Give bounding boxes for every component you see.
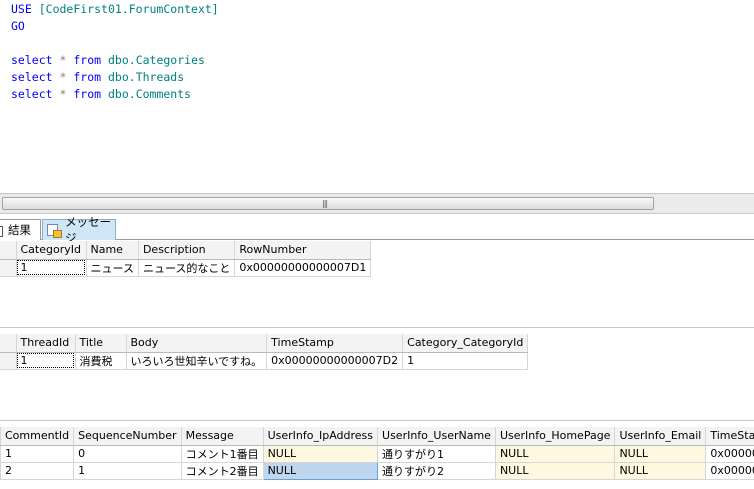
results-grid-categories: CategoryId Name Description RowNumber 1 … xyxy=(0,241,372,277)
table-cell[interactable]: NULL xyxy=(614,462,707,480)
table-cell[interactable]: コメント2番目 xyxy=(181,462,264,480)
table-cell[interactable]: 0x00000000000007D2 xyxy=(266,352,404,370)
keyword: select xyxy=(11,70,53,84)
row-selector[interactable] xyxy=(0,352,17,370)
table-cell[interactable]: いろいろ世知辛いですね。 xyxy=(126,352,268,370)
column-header[interactable]: Message xyxy=(181,427,264,446)
table-cell[interactable]: 1 xyxy=(16,259,87,277)
table-cell[interactable]: 0x00000000000007D1 xyxy=(234,259,372,277)
query-editor[interactable]: USE [CodeFirst01.ForumContext] GO select… xyxy=(0,0,754,193)
column-header[interactable]: RowNumber xyxy=(234,241,372,260)
table-cell[interactable]: NULL xyxy=(263,445,379,463)
column-header[interactable]: UserInfo_Email xyxy=(614,427,707,446)
table-cell[interactable]: 通りすがり1 xyxy=(377,445,496,463)
keyword: USE xyxy=(11,2,32,16)
scrollbar-thumb[interactable]: ||| xyxy=(2,197,654,210)
grid-divider xyxy=(0,327,754,328)
table-row: 2 1 コメント2番目 NULL 通りすがり2 NULL NULL 0x0000… xyxy=(0,461,754,480)
table-cell[interactable]: 消費税 xyxy=(75,352,127,370)
column-header[interactable]: Category_CategoryId xyxy=(402,334,529,353)
table-cell[interactable]: ニュース的なこと xyxy=(138,259,236,277)
select-all-corner[interactable] xyxy=(0,334,17,353)
column-header[interactable]: SequenceNumber xyxy=(73,427,182,446)
grip-icon: ||| xyxy=(322,199,328,208)
column-header[interactable]: CommentId xyxy=(0,427,75,446)
row-selector[interactable] xyxy=(0,259,17,277)
results-grid-threads: ThreadId Title Body TimeStamp Category_C… xyxy=(0,334,529,370)
table-cell[interactable]: 1 xyxy=(0,445,75,463)
keyword: from xyxy=(73,53,102,67)
table-row: 1 消費税 いろいろ世知辛いですね。 0x00000000000007D2 1 xyxy=(0,352,529,370)
table-name: dbo.Categories xyxy=(108,53,205,67)
grid-header-row: ThreadId Title Body TimeStamp Category_C… xyxy=(0,334,529,353)
table-cell[interactable]: 0 xyxy=(73,445,182,463)
selected-table-cell[interactable]: NULL xyxy=(262,461,379,480)
table-cell[interactable]: NULL xyxy=(495,462,616,480)
code-line-query-threads: select * from dbo.Threads xyxy=(11,69,184,86)
table-cell[interactable]: 0x0000000 xyxy=(705,462,754,480)
database-name: [CodeFirst01.ForumContext] xyxy=(38,2,219,16)
table-cell[interactable]: 1 xyxy=(16,352,76,370)
grid-divider xyxy=(0,420,754,421)
operator: * xyxy=(59,70,67,84)
results-tab-bar: 結果 メッセージ xyxy=(0,215,754,245)
column-header[interactable]: TimeStamp xyxy=(705,427,754,446)
table-name: dbo.Threads xyxy=(108,70,185,84)
column-header[interactable]: TimeStamp xyxy=(266,334,404,353)
tab-results-label: 結果 xyxy=(8,223,31,237)
table-cell[interactable]: 1 xyxy=(73,462,182,480)
keyword: from xyxy=(73,70,102,84)
operator: * xyxy=(59,53,67,67)
keyword: select xyxy=(11,87,53,101)
table-cell[interactable]: 通りすがり2 xyxy=(377,462,496,480)
column-header[interactable]: CategoryId xyxy=(16,241,87,260)
select-all-corner[interactable] xyxy=(0,241,17,260)
tab-messages[interactable]: メッセージ xyxy=(42,215,116,245)
grid-icon xyxy=(0,226,3,237)
results-grid-comments: CommentId SequenceNumber Message UserInf… xyxy=(0,427,754,480)
table-cell[interactable]: ニュース xyxy=(86,259,139,277)
column-header[interactable]: Body xyxy=(126,334,268,353)
keyword: GO xyxy=(11,19,25,33)
grid-header-row: CommentId SequenceNumber Message UserInf… xyxy=(0,427,754,446)
column-header[interactable]: UserInfo_IpAddress xyxy=(263,427,379,446)
table-cell[interactable]: 2 xyxy=(0,462,75,480)
message-icon xyxy=(47,224,62,238)
code-line-use: USE [CodeFirst01.ForumContext] xyxy=(11,1,219,18)
horizontal-scrollbar[interactable]: ||| xyxy=(0,193,754,214)
column-header[interactable]: Title xyxy=(75,334,127,353)
keyword: from xyxy=(73,87,102,101)
column-header[interactable]: Name xyxy=(86,241,139,260)
table-row: 1 0 コメント1番目 NULL 通りすがり1 NULL NULL 0x0000… xyxy=(0,445,754,463)
keyword: select xyxy=(11,53,53,67)
column-header[interactable]: UserInfo_HomePage xyxy=(495,427,616,446)
table-row: 1 ニュース ニュース的なこと 0x00000000000007D1 xyxy=(0,259,372,277)
table-cell[interactable]: NULL xyxy=(614,445,707,463)
tab-results[interactable]: 結果 xyxy=(0,219,41,240)
column-header[interactable]: UserInfo_UserName xyxy=(377,427,496,446)
table-cell[interactable]: 1 xyxy=(402,352,529,370)
scrollbar-corner xyxy=(656,194,754,213)
column-header[interactable]: Description xyxy=(138,241,236,260)
table-cell[interactable]: コメント1番目 xyxy=(181,445,264,463)
table-name: dbo.Comments xyxy=(108,87,192,101)
table-cell[interactable]: 0x0000000 xyxy=(705,445,754,463)
table-cell[interactable]: NULL xyxy=(495,445,616,463)
grid-header-row: CategoryId Name Description RowNumber xyxy=(0,241,372,260)
operator: * xyxy=(59,87,67,101)
code-line-query-comments: select * from dbo.Comments xyxy=(11,86,191,103)
column-header[interactable]: ThreadId xyxy=(16,334,76,353)
code-line-query-categories: select * from dbo.Categories xyxy=(11,52,205,69)
code-line-go: GO xyxy=(11,18,25,35)
